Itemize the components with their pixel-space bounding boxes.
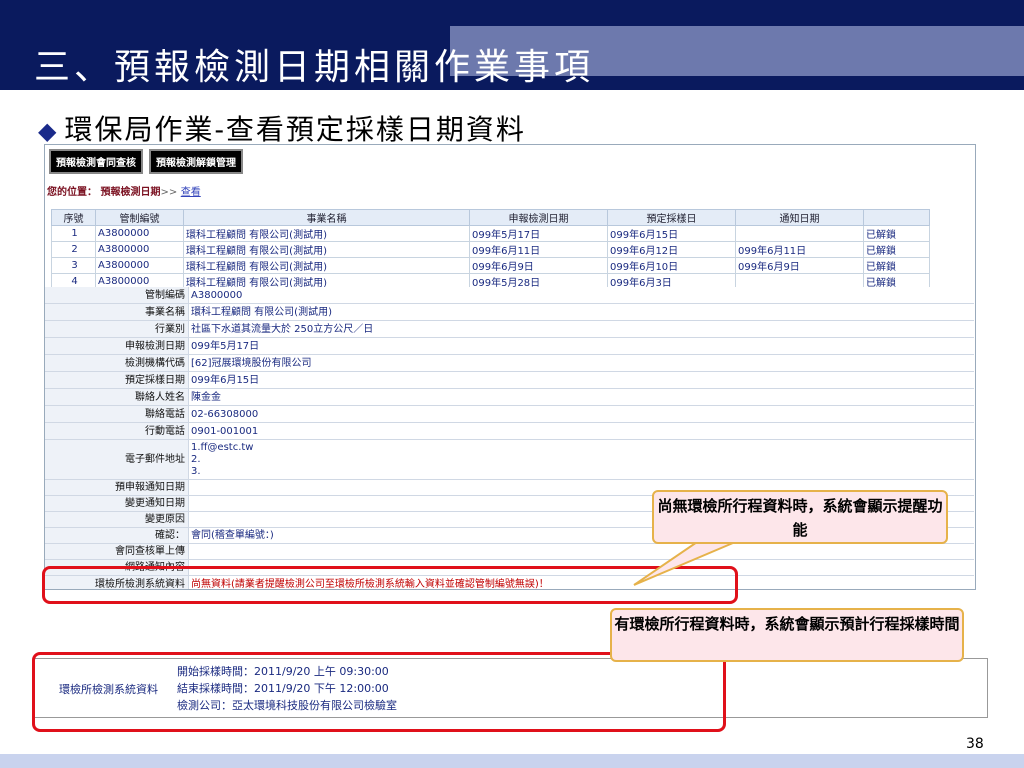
callout-pointer-top xyxy=(633,539,741,586)
footer-bar xyxy=(0,754,1024,768)
page-number: 38 xyxy=(966,736,984,752)
callout-no-data: 尚無環檢所行程資料時，系統會顯示提醒功能 xyxy=(652,490,948,544)
callout-has-data: 有環檢所行程資料時，系統會顯示預計行程採樣時間 xyxy=(610,608,964,662)
highlight-box-has-data xyxy=(32,652,726,732)
